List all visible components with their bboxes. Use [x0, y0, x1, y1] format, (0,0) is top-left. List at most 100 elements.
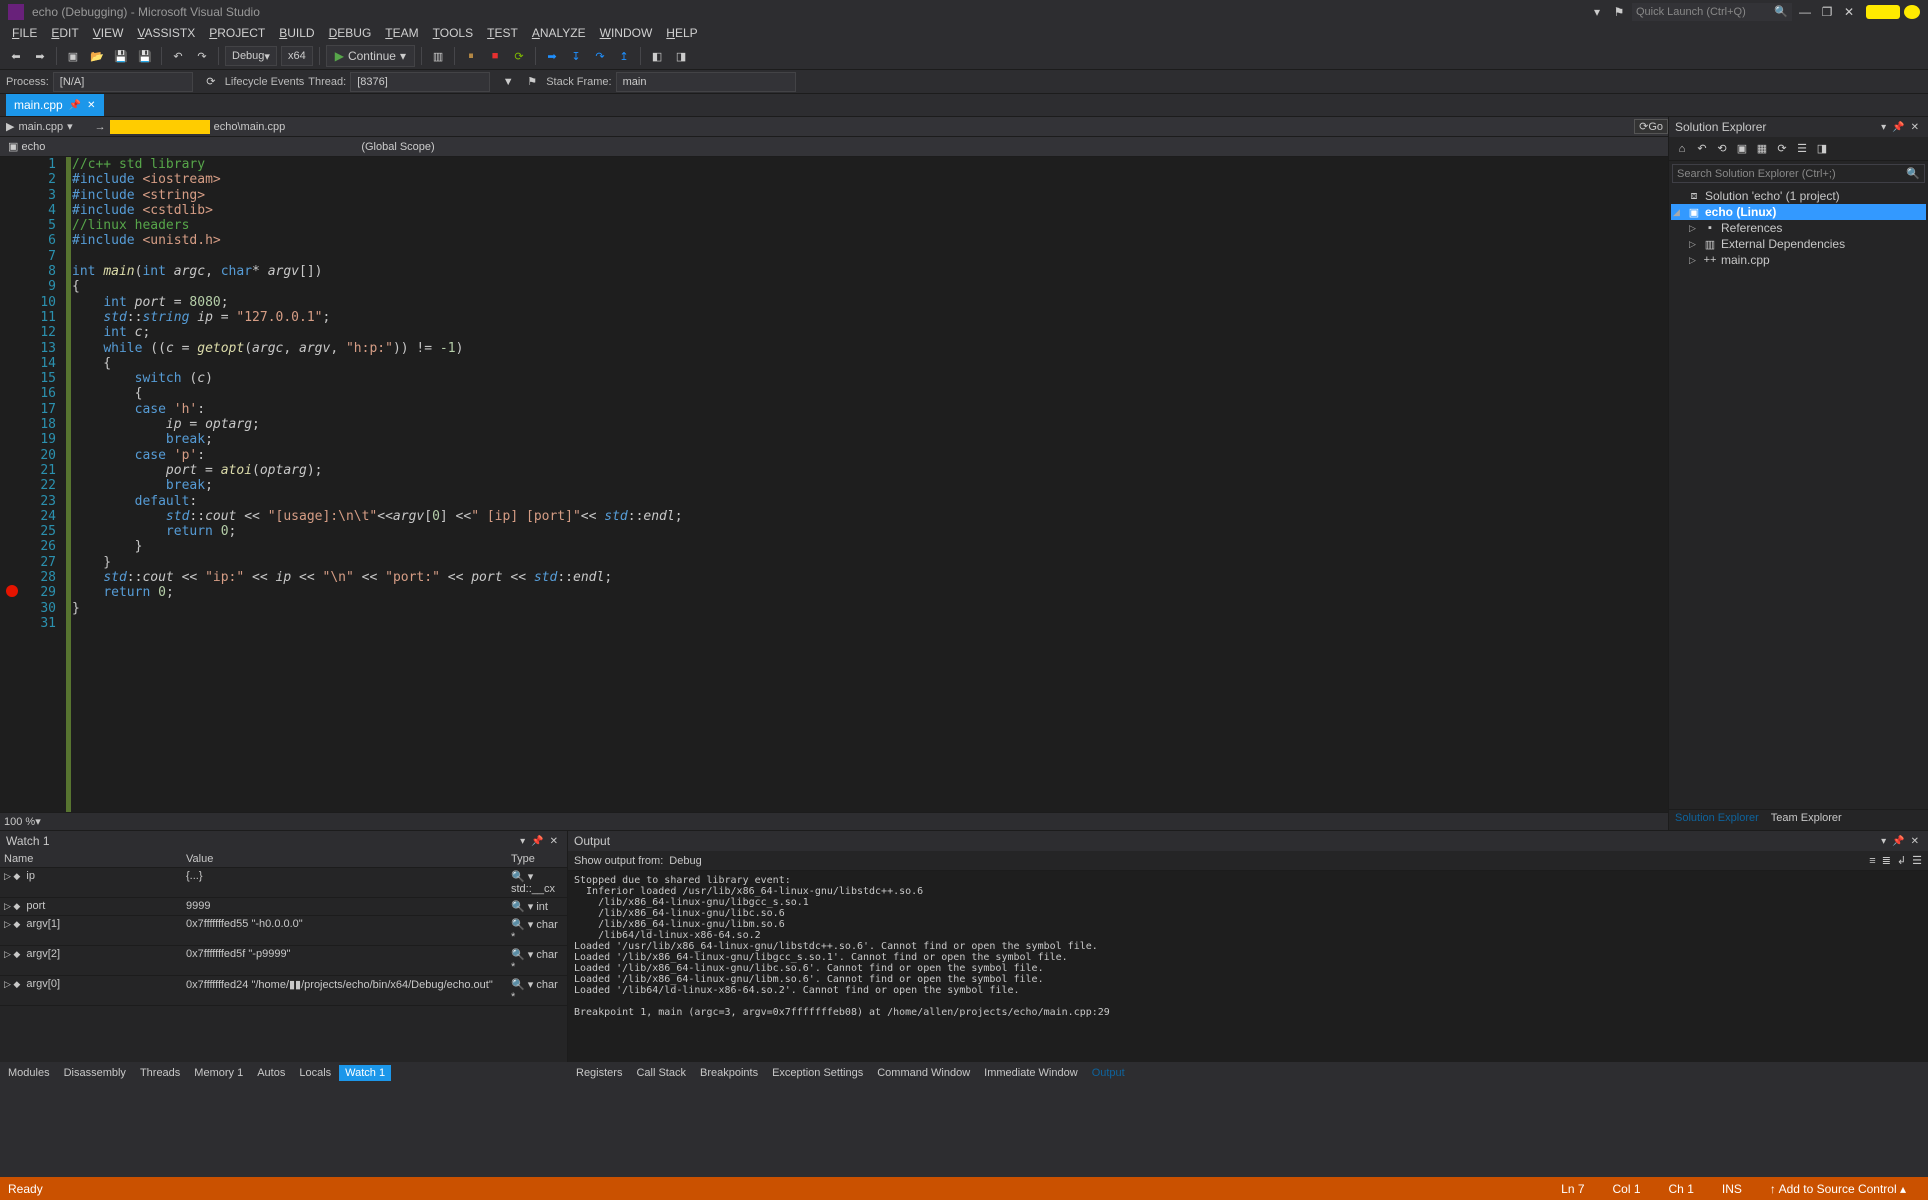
menu-team[interactable]: TEAM — [379, 24, 424, 42]
find-button[interactable]: ≣ — [1882, 854, 1891, 867]
tab-memory-1[interactable]: Memory 1 — [188, 1065, 249, 1081]
tab-command-window[interactable]: Command Window — [871, 1065, 976, 1081]
external-deps-node[interactable]: ▷▥External Dependencies — [1671, 236, 1926, 252]
tab-breakpoints[interactable]: Breakpoints — [694, 1065, 764, 1081]
collapse-icon[interactable]: ▣ — [1733, 140, 1751, 158]
browser-select-button[interactable]: ▥ — [428, 46, 448, 66]
diagnostic-button[interactable]: ◨ — [671, 46, 691, 66]
watch-row[interactable]: ▷ ◆ argv[1]0x7fffffffed55 "-h0.0.0.0"🔍 ▾… — [0, 916, 567, 946]
platform-combo[interactable]: x64 — [281, 46, 313, 66]
step-out-button[interactable]: ↥ — [614, 46, 634, 66]
tab-team-explorer[interactable]: Team Explorer — [1765, 810, 1848, 830]
show-next-stmt-button[interactable]: ➡ — [542, 46, 562, 66]
menu-test[interactable]: TEST — [481, 24, 524, 42]
sync-icon[interactable]: ⟲ — [1713, 140, 1731, 158]
watch-table[interactable]: NameValueType ▷ ◆ ip{...}🔍 ▾ std::__cx▷ … — [0, 851, 567, 1062]
preview-icon[interactable]: ◨ — [1813, 140, 1831, 158]
show-all-icon[interactable]: ▦ — [1753, 140, 1771, 158]
menu-project[interactable]: PROJECT — [203, 24, 271, 42]
step-into-button[interactable]: ↧ — [566, 46, 586, 66]
close-icon[interactable]: ✕ — [87, 100, 95, 111]
open-file-button[interactable]: 📂 — [87, 46, 107, 66]
config-combo[interactable]: Debug ▾ — [225, 46, 277, 66]
tab-disassembly[interactable]: Disassembly — [58, 1065, 132, 1081]
quick-launch-input[interactable]: Quick Launch (Ctrl+Q) 🔍 — [1632, 3, 1792, 21]
save-all-button[interactable]: 💾 — [135, 46, 155, 66]
menu-tools[interactable]: TOOLS — [427, 24, 479, 42]
dropdown-icon[interactable]: ▾ — [517, 836, 528, 847]
pin-icon[interactable]: 📌 — [69, 100, 81, 111]
word-wrap-button[interactable]: ↲ — [1897, 854, 1906, 867]
breakpoint-icon[interactable] — [6, 585, 18, 597]
zoom-combo[interactable]: 100 % — [4, 816, 35, 828]
flagged-threads-button[interactable]: ⚑ — [522, 72, 542, 92]
filter-icon[interactable]: ▾ — [1588, 5, 1606, 19]
step-over-button[interactable]: ↷ — [590, 46, 610, 66]
tab-immediate-window[interactable]: Immediate Window — [978, 1065, 1084, 1081]
stack-frame-combo[interactable]: main — [616, 72, 796, 92]
pin-icon[interactable]: 📌 — [1889, 836, 1907, 847]
menu-vassistx[interactable]: VASSISTX — [131, 24, 201, 42]
pin-icon[interactable]: 📌 — [528, 836, 546, 847]
output-body[interactable]: Stopped due to shared library event: Inf… — [568, 871, 1928, 1062]
restart-button[interactable]: ⟳ — [509, 46, 529, 66]
filter-threads-button[interactable]: ▼ — [498, 72, 518, 92]
nav-path[interactable]: → .echo\main.cpp — [89, 119, 292, 135]
refresh-icon[interactable]: ⟳ — [1773, 140, 1791, 158]
menu-debug[interactable]: DEBUG — [323, 24, 378, 42]
toggle-button[interactable]: ☰ — [1912, 854, 1922, 867]
watch-col-name[interactable]: Name — [0, 851, 182, 867]
back-icon[interactable]: ↶ — [1693, 140, 1711, 158]
stop-debug-button[interactable]: ■ — [485, 46, 505, 66]
nav-file[interactable]: ▶ main.cpp ▾ — [0, 119, 79, 134]
process-combo[interactable]: [N/A] — [53, 72, 193, 92]
menu-build[interactable]: BUILD — [273, 24, 320, 42]
clear-output-button[interactable]: ≡ — [1869, 855, 1875, 867]
global-scope[interactable]: (Global Scope) — [353, 140, 442, 154]
tab-locals[interactable]: Locals — [293, 1065, 337, 1081]
break-all-button[interactable]: ⏸ — [461, 46, 481, 66]
tab-output[interactable]: Output — [1086, 1065, 1131, 1081]
output-source-combo[interactable]: Debug — [669, 855, 879, 867]
watch-row[interactable]: ▷ ◆ ip{...}🔍 ▾ std::__cx — [0, 868, 567, 898]
lifecycle-icon[interactable]: ⟳ — [201, 72, 221, 92]
undo-button[interactable]: ↶ — [168, 46, 188, 66]
close-icon[interactable]: ✕ — [547, 836, 561, 847]
solution-search-input[interactable]: Search Solution Explorer (Ctrl+;) 🔍 — [1672, 164, 1925, 183]
watch-row[interactable]: ▷ ◆ port9999🔍 ▾ int — [0, 898, 567, 916]
continue-button[interactable]: ▶ Continue ▾ — [326, 45, 415, 67]
watch-row[interactable]: ▷ ◆ argv[2]0x7fffffffed5f "-p9999"🔍 ▾ ch… — [0, 946, 567, 976]
file-node[interactable]: ▷++main.cpp — [1671, 252, 1926, 268]
properties-icon[interactable]: ☰ — [1793, 140, 1811, 158]
minimize-button[interactable]: — — [1796, 5, 1814, 19]
tab-modules[interactable]: Modules — [2, 1065, 56, 1081]
watch-row[interactable]: ▷ ◆ argv[0]0x7fffffffed24 "/home/▮▮/proj… — [0, 976, 567, 1006]
tab-solution-explorer[interactable]: Solution Explorer — [1669, 810, 1765, 830]
dropdown-icon[interactable]: ▾ — [1878, 836, 1889, 847]
menu-help[interactable]: HELP — [660, 24, 703, 42]
new-project-button[interactable]: ▣ — [63, 46, 83, 66]
notifications-icon[interactable]: ⚑ — [1610, 5, 1628, 19]
menu-file[interactable]: FILE — [6, 24, 43, 42]
pin-icon[interactable]: 📌 — [1889, 122, 1907, 133]
restore-button[interactable]: ❐ — [1818, 5, 1836, 19]
tab-watch-1[interactable]: Watch 1 — [339, 1065, 391, 1081]
nav-back-button[interactable]: ⬅ — [6, 46, 26, 66]
solution-node[interactable]: ⧈Solution 'echo' (1 project) — [1671, 188, 1926, 204]
tab-exception-settings[interactable]: Exception Settings — [766, 1065, 869, 1081]
close-icon[interactable]: ✕ — [1908, 836, 1922, 847]
intellitrace-button[interactable]: ◧ — [647, 46, 667, 66]
source-control-button[interactable]: ↑ Add to Source Control ▴ — [1756, 1182, 1920, 1196]
project-node[interactable]: ◢▣echo (Linux) — [1671, 204, 1926, 220]
tab-autos[interactable]: Autos — [251, 1065, 291, 1081]
tab-registers[interactable]: Registers — [570, 1065, 628, 1081]
references-node[interactable]: ▷▪References — [1671, 220, 1926, 236]
redo-button[interactable]: ↷ — [192, 46, 212, 66]
tab-call-stack[interactable]: Call Stack — [630, 1065, 692, 1081]
watch-col-type[interactable]: Type — [507, 851, 567, 867]
editor-tab[interactable]: main.cpp 📌 ✕ — [6, 94, 104, 116]
menu-view[interactable]: VIEW — [87, 24, 130, 42]
menu-window[interactable]: WINDOW — [594, 24, 659, 42]
save-button[interactable]: 💾 — [111, 46, 131, 66]
close-button[interactable]: ✕ — [1840, 5, 1858, 19]
